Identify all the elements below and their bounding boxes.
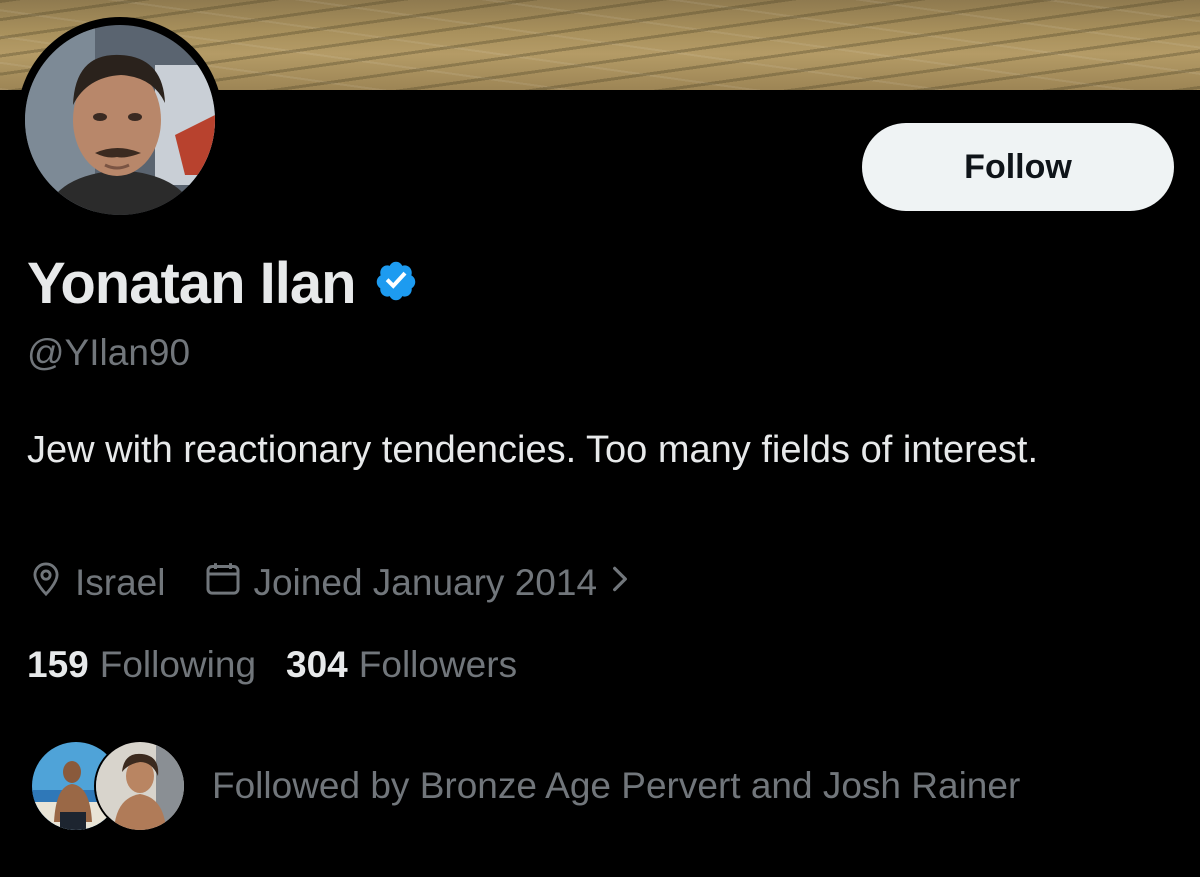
- following-label: Following: [99, 644, 257, 685]
- followed-by-row[interactable]: Followed by Bronze Age Pervert and Josh …: [30, 740, 1020, 832]
- chevron-right-icon: [607, 562, 633, 604]
- profile-page: Follow Yonatan Ilan @YIlan90 Jew with re…: [0, 0, 1200, 877]
- follower-avatar: [94, 740, 186, 832]
- location-pin-icon: [27, 560, 65, 607]
- display-name: Yonatan Ilan: [27, 250, 357, 316]
- following-count: 159: [27, 644, 89, 685]
- calendar-icon: [203, 559, 243, 608]
- location-item: Israel: [27, 560, 165, 607]
- user-handle: @YIlan90: [27, 332, 191, 373]
- profile-avatar[interactable]: [17, 17, 223, 223]
- profile-bio: Jew with reactionary tendencies. Too man…: [27, 429, 1039, 471]
- following-link[interactable]: 159 Following: [27, 644, 256, 686]
- joined-text: Joined January 2014: [253, 562, 598, 603]
- profile-meta: Israel Joined January 2014: [27, 558, 671, 608]
- follow-button[interactable]: Follow: [862, 123, 1174, 211]
- verified-badge-icon[interactable]: [374, 259, 418, 308]
- followers-count: 304: [286, 644, 348, 685]
- name-row: Yonatan Ilan: [27, 248, 418, 318]
- followers-label: Followers: [358, 644, 518, 685]
- joined-item[interactable]: Joined January 2014: [203, 559, 633, 608]
- follow-stats: 159 Following 304 Followers: [27, 640, 547, 690]
- followed-by-text: Followed by Bronze Age Pervert and Josh …: [212, 765, 1021, 806]
- followers-link[interactable]: 304 Followers: [286, 644, 517, 686]
- avatar-image: [25, 25, 215, 215]
- location-text: Israel: [75, 562, 166, 603]
- followed-by-avatars: [30, 740, 190, 832]
